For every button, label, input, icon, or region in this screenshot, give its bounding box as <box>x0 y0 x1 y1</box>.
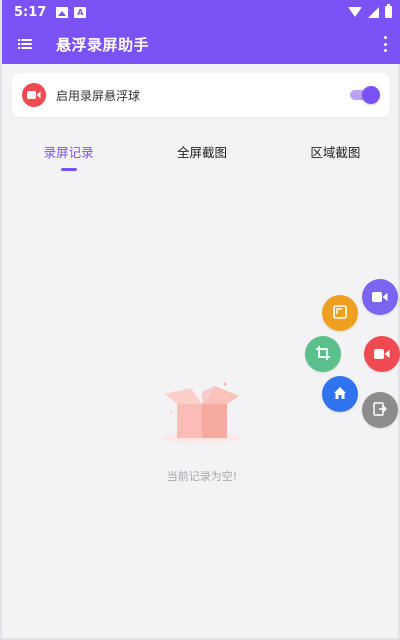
fullscreen-icon <box>333 304 347 323</box>
tab-label: 录屏记录 <box>43 145 94 160</box>
hamburger-menu-icon[interactable] <box>18 38 32 50</box>
tab-label: 区域截图 <box>310 145 361 160</box>
home-icon <box>333 385 347 404</box>
status-time: 5:17 <box>14 4 47 20</box>
video-camera-icon <box>374 345 390 364</box>
more-vertical-icon[interactable] <box>380 36 390 52</box>
tab-region-screenshot[interactable]: 区域截图 <box>269 136 400 172</box>
camera-icon <box>372 288 388 307</box>
toggle-label: 启用录屏悬浮球 <box>56 88 141 103</box>
exit-fab[interactable] <box>362 392 398 428</box>
image-icon <box>56 6 69 18</box>
tab-fullscreen-screenshot[interactable]: 全屏截图 <box>135 136 268 172</box>
status-bar: 5:17 A <box>2 0 400 24</box>
app-screen: 5:17 A 悬浮录屏助手 启用录屏悬浮球 录屏记录 全屏截图 区域截图 当前记… <box>0 0 400 640</box>
app-bar: 悬浮录屏助手 <box>2 24 400 64</box>
signal-icon <box>368 6 379 18</box>
video-camera-icon <box>22 83 46 107</box>
floating-ball-switch[interactable] <box>350 86 380 104</box>
tab-label: 全屏截图 <box>176 145 227 160</box>
a-icon: A <box>74 6 87 18</box>
empty-state-text: 当前记录为空! <box>166 470 238 483</box>
exit-icon <box>373 401 388 420</box>
wifi-icon <box>348 7 362 17</box>
floating-ball-toggle-card: 启用录屏悬浮球 <box>12 73 390 117</box>
switch-thumb <box>362 86 380 104</box>
tab-active-indicator <box>60 168 77 171</box>
record-video-fab[interactable] <box>364 336 400 372</box>
crop-capture-fab[interactable] <box>305 336 341 372</box>
app-title: 悬浮录屏助手 <box>56 35 150 54</box>
screen-record-fab[interactable] <box>362 279 398 315</box>
fullscreen-capture-fab[interactable] <box>322 295 358 331</box>
tab-screen-records[interactable]: 录屏记录 <box>2 136 135 172</box>
home-fab[interactable] <box>322 376 358 412</box>
crop-icon <box>316 345 330 364</box>
battery-icon <box>385 4 392 18</box>
tab-bar: 录屏记录 全屏截图 区域截图 <box>2 136 400 172</box>
open-box-icon <box>157 382 247 444</box>
